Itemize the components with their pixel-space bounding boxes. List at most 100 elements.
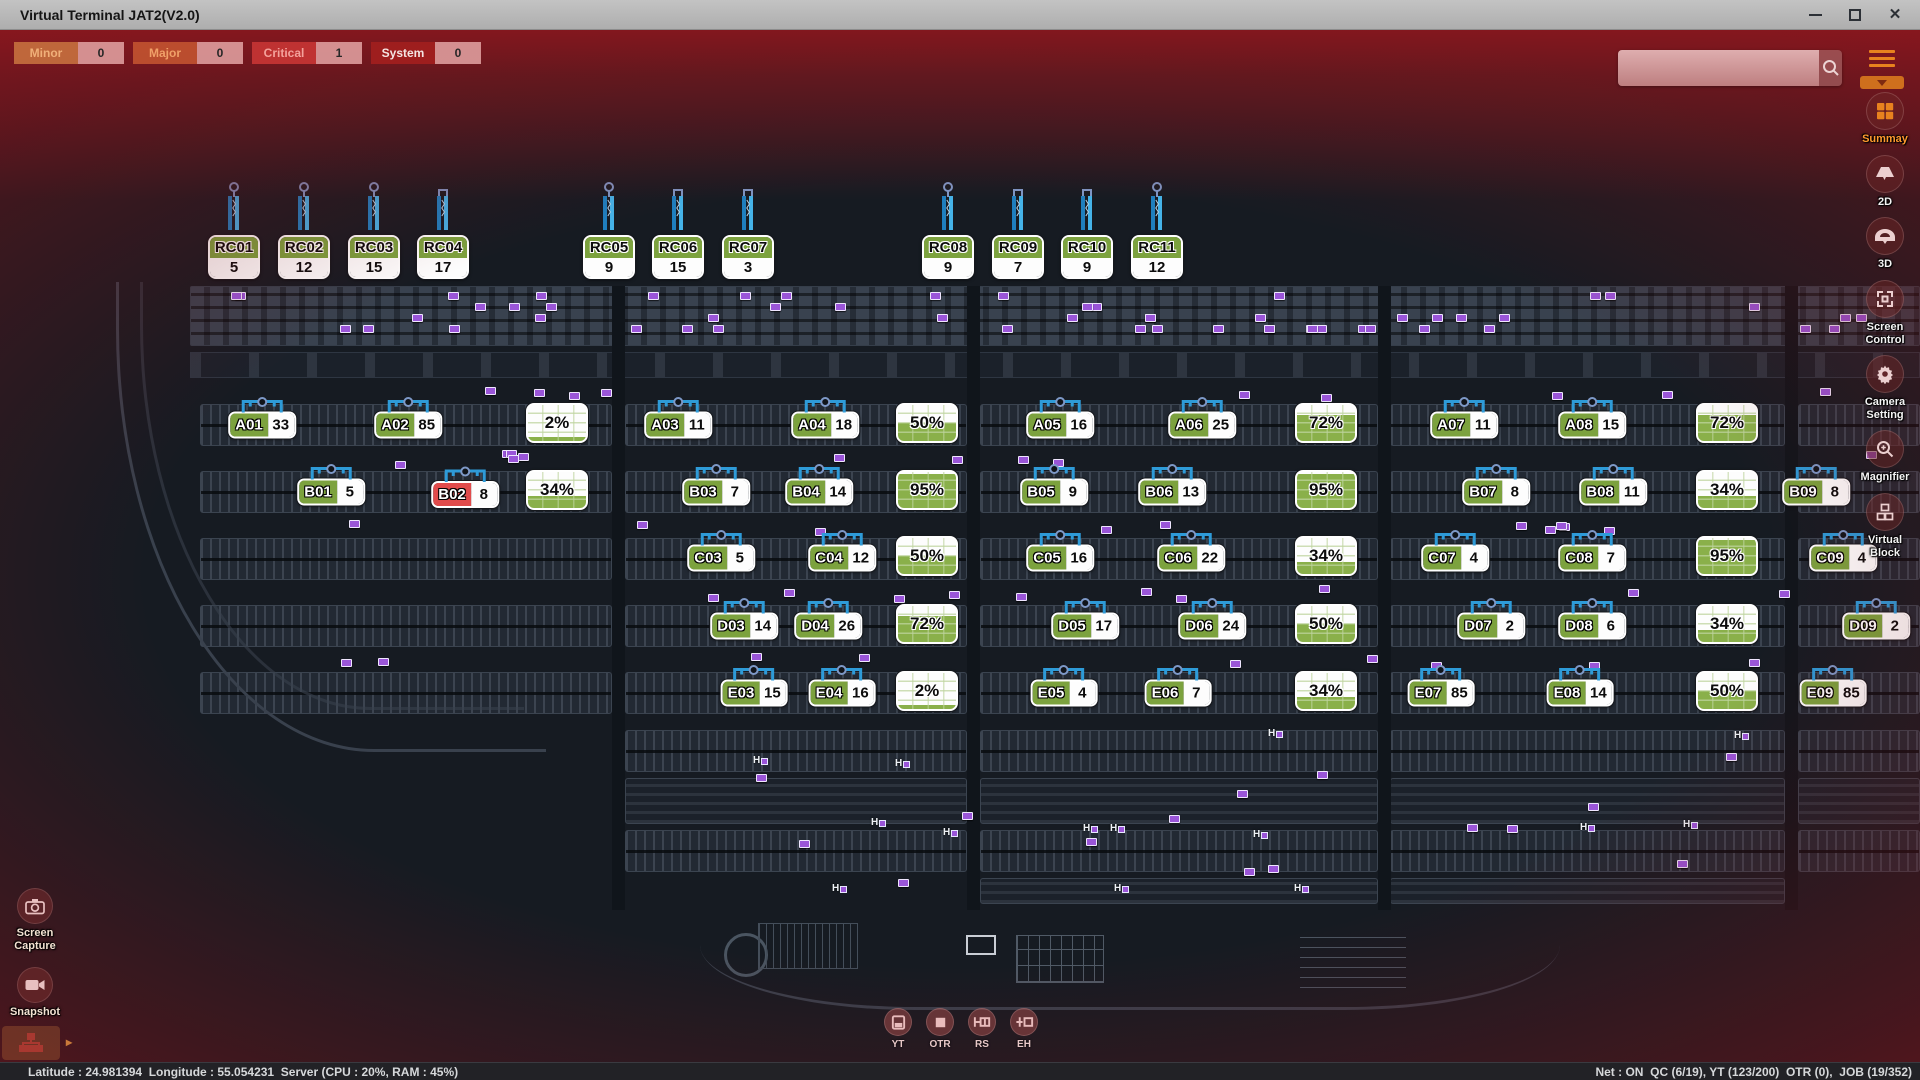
block-occupancy-badge[interactable]: 34% [1295,536,1357,576]
yard-block-badge-c04[interactable]: C04 12 [808,545,876,572]
yard-block-badge-e06[interactable]: E06 7 [1145,680,1212,707]
block-occupancy-badge[interactable]: 50% [896,403,958,443]
yard-block-badge-d06[interactable]: D06 24 [1178,613,1246,640]
sidebar-item-summay[interactable]: Summay [1862,92,1908,146]
sidebar-item-magnifier[interactable]: Magnifier [1861,430,1910,484]
yard-block-badge-e09[interactable]: E09 85 [1800,680,1867,707]
yard-block-badge-b04[interactable]: B04 14 [785,479,853,506]
block-container-count: 15 [759,682,785,705]
yard-block-badge-a04[interactable]: A04 18 [791,412,859,439]
block-occupancy-badge[interactable]: 72% [896,604,958,644]
left-tool-panel: Screen Capture Snapshot [2,888,68,1034]
yard-block-badge-b06[interactable]: B06 13 [1138,479,1206,506]
block-occupancy-badge[interactable]: 34% [1295,671,1357,711]
search-input[interactable] [1618,50,1819,86]
yard-block-badge-e04[interactable]: E04 16 [809,680,876,707]
quay-crane-badge-rc03[interactable]: RC03 15 [348,182,400,279]
block-id: D08 [1560,615,1598,638]
block-occupancy-badge[interactable]: 95% [896,470,958,510]
yard-block-badge-e03[interactable]: E03 15 [721,680,788,707]
equipment-filter-yt[interactable]: YT [884,1008,912,1050]
yard-block-badge-d05[interactable]: D05 17 [1051,613,1119,640]
menu-dropdown-button[interactable] [1860,76,1904,89]
quay-crane-badge-rc06[interactable]: RC06 15 [652,182,704,279]
equipment-filter-rs[interactable]: RS [968,1008,996,1050]
hierarchy-tree-button[interactable]: ▸ [2,1026,60,1060]
yard-block-badge-a05[interactable]: A05 16 [1026,412,1094,439]
quay-crane-badge-rc01[interactable]: RC01 5 [208,182,260,279]
cube-icon [1866,493,1904,531]
equipment-filter-otr[interactable]: OTR [926,1008,954,1050]
3d-icon [1866,217,1904,255]
quay-crane-badge-rc09[interactable]: RC09 7 [992,182,1044,279]
alarm-badge-critical[interactable]: Critical 1 [252,42,362,64]
yard-block-badge-d07[interactable]: D07 2 [1457,613,1525,640]
yard-block-badge-d04[interactable]: D04 26 [794,613,862,640]
sidebar-item-2d[interactable]: 2D [1866,155,1904,209]
quay-crane-badge-rc02[interactable]: RC02 12 [278,182,330,279]
yard-block-badge-b08[interactable]: B08 11 [1579,479,1647,506]
quay-crane-badge-rc08[interactable]: RC08 9 [922,182,974,279]
left-tool-screen-capture[interactable]: Screen Capture [2,888,68,953]
block-container-count: 12 [848,547,874,570]
minimize-button[interactable] [1802,4,1828,26]
yard-block-badge-b03[interactable]: B03 7 [682,479,750,506]
quay-crane-badge-rc05[interactable]: RC05 9 [583,182,635,279]
yard-block-badge-a01[interactable]: A01 33 [228,412,296,439]
left-tool-snapshot[interactable]: Snapshot [10,967,60,1019]
yard-block-badge-a06[interactable]: A06 25 [1168,412,1236,439]
block-id: A03 [646,414,684,437]
yard-block-badge-c06[interactable]: C06 22 [1157,545,1225,572]
sidebar-item-camera-setting[interactable]: Camera Setting [1854,355,1916,421]
block-occupancy-badge[interactable]: 34% [1696,470,1758,510]
yard-block-badge-a03[interactable]: A03 11 [644,412,712,439]
yard-block-badge-e07[interactable]: E07 85 [1408,680,1475,707]
yard-block-badge-c08[interactable]: C08 7 [1558,545,1626,572]
block-occupancy-badge[interactable]: 95% [1696,536,1758,576]
yard-block-badge-b02[interactable]: B02 8 [431,481,499,503]
block-occupancy-badge[interactable]: 50% [896,536,958,576]
block-occupancy-badge[interactable]: 2% [526,403,588,443]
alarm-badge-system[interactable]: System 0 [371,42,481,64]
yard-block-badge-b07[interactable]: B07 8 [1462,479,1530,506]
block-occupancy-badge[interactable]: 72% [1696,403,1758,443]
yard-block-badge-a08[interactable]: A08 15 [1558,412,1626,439]
quay-crane-badge-rc10[interactable]: RC10 9 [1061,182,1113,279]
sidebar-item-virtual-block[interactable]: Virtual Block [1854,493,1916,559]
block-id: B02 [433,483,471,506]
yard-block-badge-b05[interactable]: B05 9 [1020,479,1088,506]
yard-block-badge-e08[interactable]: E08 14 [1547,680,1614,707]
block-occupancy-badge[interactable]: 95% [1295,470,1357,510]
search-button[interactable] [1819,50,1842,86]
alarm-badge-minor[interactable]: Minor 0 [14,42,124,64]
yard-block-badge-d03[interactable]: D03 14 [710,613,778,640]
block-id: E03 [723,682,760,705]
yard-block-badge-b09[interactable]: B09 8 [1782,479,1850,506]
yard-block-badge-a02[interactable]: A02 85 [374,412,442,439]
block-occupancy-badge[interactable]: 50% [1696,671,1758,711]
sidebar-item-screen-control[interactable]: Screen Control [1854,280,1916,346]
sidebar-item-3d[interactable]: 3D [1866,217,1904,271]
alarm-badge-major[interactable]: Major 0 [133,42,243,64]
yard-block-badge-b01[interactable]: B01 5 [297,479,365,506]
quay-crane-badge-rc11[interactable]: RC11 12 [1131,182,1183,279]
yard-block-badge-e05[interactable]: E05 4 [1031,680,1098,707]
equipment-filter-eh[interactable]: EH [1010,1008,1038,1050]
yard-block-badge-c03[interactable]: C03 5 [687,545,755,572]
block-occupancy-badge[interactable]: 34% [1696,604,1758,644]
hamburger-menu-button[interactable] [1860,46,1904,71]
yard-block-badge-a07[interactable]: A07 11 [1430,412,1498,439]
yard-block-badge-d09[interactable]: D09 2 [1842,613,1910,640]
quay-crane-badge-rc07[interactable]: RC07 3 [722,182,774,279]
maximize-button[interactable] [1842,4,1868,26]
block-occupancy-badge[interactable]: 50% [1295,604,1357,644]
block-occupancy-badge[interactable]: 2% [896,671,958,711]
block-occupancy-badge[interactable]: 72% [1295,403,1357,443]
block-occupancy-badge[interactable]: 34% [526,470,588,510]
yard-block-badge-d08[interactable]: D08 6 [1558,613,1626,640]
quay-crane-badge-rc04[interactable]: RC04 17 [417,182,469,279]
yard-block-badge-c05[interactable]: C05 16 [1026,545,1094,572]
yard-block-badge-c07[interactable]: C07 4 [1421,545,1489,572]
close-button[interactable]: ✕ [1882,4,1908,26]
block-container-count: 4 [1069,682,1095,705]
